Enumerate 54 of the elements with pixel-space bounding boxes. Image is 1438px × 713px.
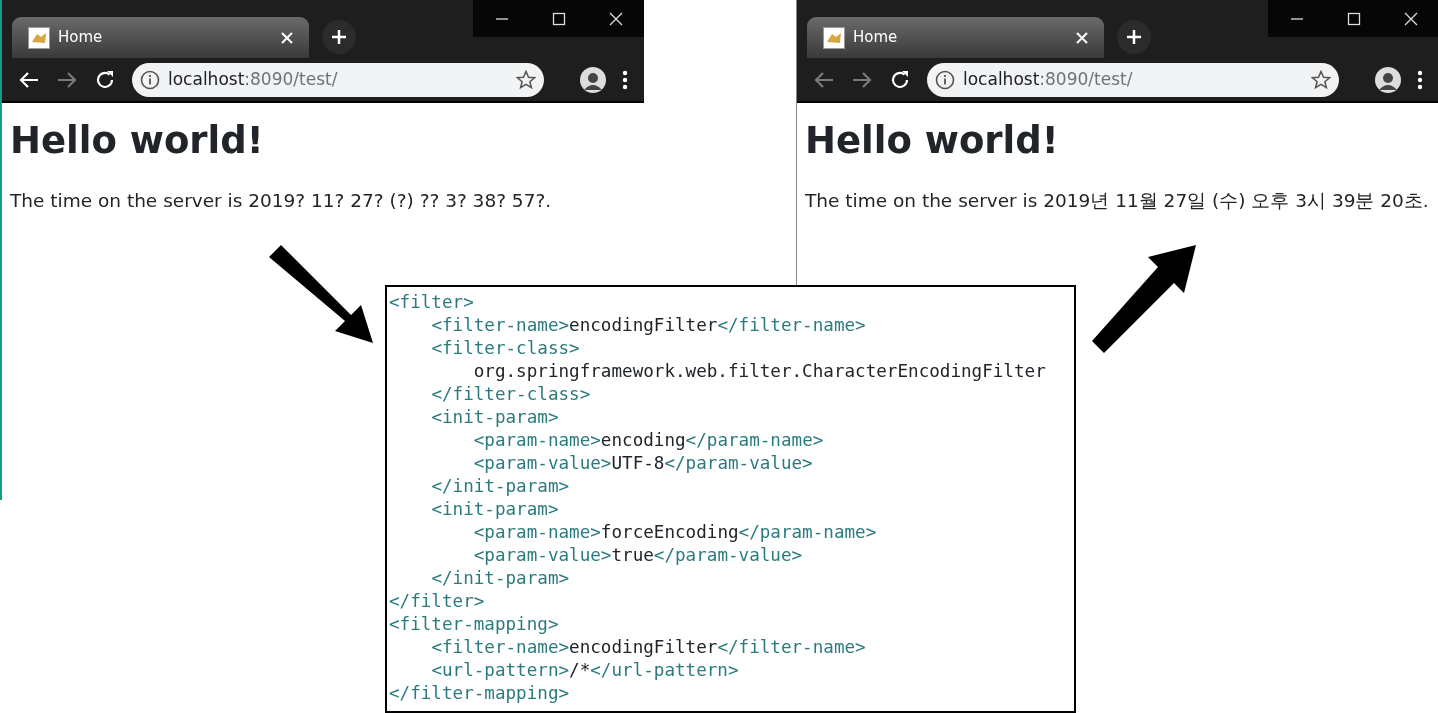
code-line: </filter-mapping> (389, 682, 571, 705)
plus-icon (1126, 29, 1142, 45)
code-line: <filter-class> (430, 337, 581, 360)
address-bar[interactable]: localhost:8090/test/ (927, 62, 1339, 97)
code-line: </init-param> (430, 567, 571, 590)
code-line: <param-value>UTF-8</param-value> (472, 452, 814, 475)
tab-title: Home (853, 27, 899, 49)
avatar-icon[interactable] (580, 66, 606, 93)
minimize-icon (494, 17, 509, 20)
code-line: org.springframework.web.filter.CharacterEncodingFilter (472, 360, 1047, 383)
star-icon[interactable] (516, 69, 536, 90)
code-line: <param-name>forceEncoding</param-name> (472, 521, 878, 544)
server-time-text: The time on the server is 2019? 11? 27? (?) ?? 3? 38? 57?. (10, 189, 553, 214)
page-heading: Hello world! (805, 119, 1060, 164)
code-line: <init-param> (430, 498, 560, 521)
maximize-icon (551, 11, 566, 26)
menu-icon[interactable] (1417, 69, 1423, 90)
info-icon (140, 69, 160, 90)
plus-icon (331, 29, 347, 45)
close-icon[interactable] (1076, 31, 1088, 44)
code-line: </init-param> (430, 475, 571, 498)
reload-button[interactable] (94, 68, 116, 91)
code-line: <param-value>true</param-value> (472, 544, 804, 567)
reload-icon (889, 68, 911, 91)
code-line: <filter-name>encodingFilter</filter-name> (430, 314, 867, 337)
address-bar[interactable]: localhost:8090/test/ (132, 62, 544, 97)
tab-title: Home (58, 27, 104, 49)
code-line: </filter> (389, 590, 486, 613)
reload-icon (94, 68, 116, 91)
code-line: <init-param> (430, 406, 560, 429)
new-tab-button[interactable] (322, 20, 356, 54)
info-icon (935, 69, 955, 90)
code-line: <param-name>encoding</param-name> (472, 429, 825, 452)
menu-icon[interactable] (622, 69, 628, 90)
server-time-text: The time on the server is 2019년 11월 27일 (수) 오후 3시 39분 20초. (805, 189, 1430, 214)
maximize-icon (1346, 11, 1361, 26)
code-line: <filter> (389, 291, 475, 314)
minimize-icon (1289, 17, 1304, 20)
browser-tab[interactable]: Home (12, 17, 309, 58)
code-line: <filter-name>encodingFilter</filter-name> (430, 636, 867, 659)
favicon-icon (28, 26, 50, 49)
avatar-icon[interactable] (1375, 66, 1401, 93)
close-icon (1403, 11, 1418, 26)
star-icon[interactable] (1311, 69, 1331, 90)
favicon-icon (823, 26, 845, 49)
code-line: </filter-class> (430, 383, 592, 406)
code-line: <filter-mapping> (389, 613, 560, 636)
page-heading: Hello world! (10, 119, 265, 164)
code-line: <url-pattern>/*</url-pattern> (430, 659, 740, 682)
close-icon (608, 11, 623, 26)
new-tab-button[interactable] (1117, 20, 1151, 54)
reload-button[interactable] (889, 68, 911, 91)
browser-tab[interactable]: Home (807, 17, 1104, 58)
close-icon[interactable] (281, 31, 293, 44)
